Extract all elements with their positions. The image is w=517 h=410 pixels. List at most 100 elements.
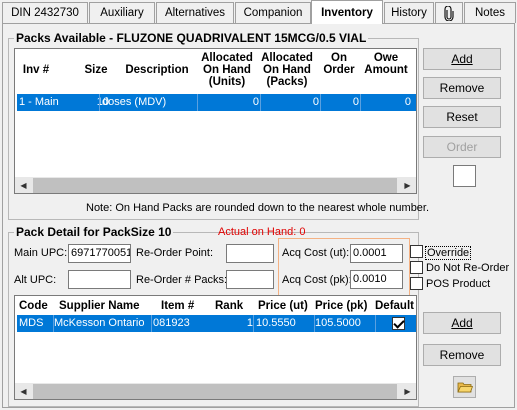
cell-item-number: 081923 (153, 317, 190, 329)
col-owe-amount[interactable]: Owe Amount (360, 52, 412, 76)
add-pack-button[interactable]: Add (423, 48, 501, 70)
col-rank[interactable]: Rank (215, 300, 251, 312)
cell-alloc-units: 0 (252, 96, 259, 108)
do-not-reorder-label[interactable]: Do Not Re-Order (426, 262, 509, 275)
pos-product-checkbox[interactable] (410, 277, 423, 290)
packs-note: Note: On Hand Packs are rounded down to … (86, 202, 430, 214)
tab-din[interactable]: DIN 2432730 (2, 2, 88, 23)
tab-notes[interactable]: Notes (464, 2, 516, 23)
override-label[interactable]: Override (425, 246, 472, 260)
paperclip-icon (444, 5, 454, 21)
remove-supplier-button[interactable]: Remove (423, 344, 501, 366)
col-description[interactable]: Description (117, 64, 197, 76)
alt-upc-field[interactable] (68, 270, 131, 289)
override-checkbox[interactable] (410, 245, 423, 258)
tab-inventory-label: Inventory (321, 6, 373, 19)
acq-cost-ut-field[interactable]: 0.0001 (350, 244, 403, 263)
tab-alternatives-label: Alternatives (164, 7, 226, 19)
do-not-reorder-checkbox[interactable] (410, 261, 423, 274)
tab-history-label: History (391, 7, 427, 19)
col-on-order[interactable]: On Order (321, 52, 357, 76)
open-folder-button[interactable] (453, 376, 476, 398)
tab-auxiliary[interactable]: Auxiliary (89, 2, 155, 23)
tab-companion[interactable]: Companion (235, 2, 311, 23)
tab-attachments[interactable] (435, 2, 463, 23)
scroll-left-icon[interactable]: ◀ (15, 383, 32, 399)
tab-companion-label: Companion (243, 7, 303, 19)
cell-on-order: 0 (352, 96, 359, 108)
color-swatch-button[interactable] (453, 165, 476, 187)
cell-inv: 1 - Main (19, 96, 59, 108)
col-code[interactable]: Code (19, 300, 51, 312)
packs-grid[interactable]: Inv # Size Description Allocated On Hand… (14, 48, 417, 194)
row-divider (253, 315, 254, 332)
scroll-thumb[interactable] (33, 178, 397, 193)
reorder-packs-label: Re-Order # Packs: (136, 274, 228, 286)
col-supplier-name[interactable]: Supplier Name (59, 300, 149, 312)
row-divider (260, 94, 261, 111)
cell-owe: 0 (404, 96, 411, 108)
scroll-left-icon[interactable]: ◀ (15, 177, 32, 193)
row-divider (375, 315, 376, 332)
row-divider (99, 94, 100, 111)
cell-code: MDS (19, 317, 44, 329)
pos-product-label[interactable]: POS Product (426, 278, 490, 291)
tab-notes-label: Notes (474, 7, 506, 19)
default-checkbox[interactable] (392, 317, 405, 330)
reset-label: Reset (446, 110, 478, 124)
pack-detail-title: Pack Detail for PackSize 10 (14, 225, 174, 239)
reorder-point-label: Re-Order Point: (136, 247, 214, 259)
col-item-number[interactable]: Item # (161, 300, 211, 312)
add-supplier-button[interactable]: Add (423, 312, 501, 334)
alt-upc-label: Alt UPC: (14, 274, 57, 286)
add-pack-label: Add (451, 52, 473, 66)
suppliers-hscrollbar[interactable]: ◀ ▶ (15, 383, 416, 399)
row-divider (314, 315, 315, 332)
cell-alloc-packs: 0 (312, 96, 319, 108)
acq-cost-pk-label: Acq Cost (pk): (282, 274, 352, 286)
tab-inventory[interactable]: Inventory (311, 0, 383, 24)
tab-auxiliary-label: Auxiliary (100, 7, 144, 19)
main-upc-label: Main UPC: (14, 247, 68, 259)
reorder-packs-field[interactable] (226, 270, 274, 289)
col-default[interactable]: Default (375, 300, 416, 312)
cell-rank: 1 (246, 317, 253, 329)
cell-price-pk: 105.5000 (315, 317, 361, 329)
row-divider (53, 315, 54, 332)
reorder-point-field[interactable] (226, 244, 274, 263)
col-alloc-packs[interactable]: Allocated On Hand (Packs) (257, 52, 317, 88)
acq-cost-ut-label: Acq Cost (ut): (282, 247, 350, 259)
main-upc-field[interactable]: 6971770051 (68, 244, 131, 263)
col-inv[interactable]: Inv # (15, 64, 57, 76)
cell-price-ut: 10.5550 (256, 317, 296, 329)
col-size[interactable]: Size (81, 64, 111, 76)
cell-description: doses (MDV) (102, 96, 167, 108)
row-divider (360, 94, 361, 111)
order-button[interactable]: Order (423, 136, 501, 158)
scroll-thumb[interactable] (33, 384, 397, 399)
row-divider (320, 94, 321, 111)
folder-icon (456, 382, 473, 393)
remove-pack-button[interactable]: Remove (423, 77, 501, 99)
table-row[interactable]: 1 - Main 10 doses (MDV) 0 0 0 0 (17, 94, 416, 111)
col-alloc-units[interactable]: Allocated On Hand (Units) (197, 52, 257, 88)
col-price-ut[interactable]: Price (ut) (258, 300, 314, 312)
scroll-right-icon[interactable]: ▶ (399, 383, 416, 399)
add-supplier-label: Add (451, 316, 473, 330)
remove-supplier-label: Remove (439, 348, 485, 362)
suppliers-grid[interactable]: Code Supplier Name Item # Rank Price (ut… (14, 295, 417, 400)
tab-history[interactable]: History (384, 2, 434, 23)
tab-alternatives[interactable]: Alternatives (156, 2, 234, 23)
acq-cost-pk-field[interactable]: 0.0010 (350, 270, 403, 289)
reset-button[interactable]: Reset (423, 106, 501, 128)
col-price-pk[interactable]: Price (pk) (315, 300, 375, 312)
cell-supplier-name: McKesson Ontario (54, 317, 145, 329)
tab-bar: DIN 2432730 Auxiliary Alternatives Compa… (0, 0, 517, 24)
packs-title: Packs Available - FLUZONE QUADRIVALENT 1… (14, 31, 369, 45)
scroll-right-icon[interactable]: ▶ (399, 177, 416, 193)
row-divider (151, 315, 152, 332)
packs-hscrollbar[interactable]: ◀ ▶ (15, 177, 416, 193)
table-row[interactable]: MDS McKesson Ontario 081923 1 10.5550 10… (17, 315, 416, 332)
order-label: Order (446, 140, 478, 154)
tab-din-label: DIN 2432730 (11, 7, 79, 19)
